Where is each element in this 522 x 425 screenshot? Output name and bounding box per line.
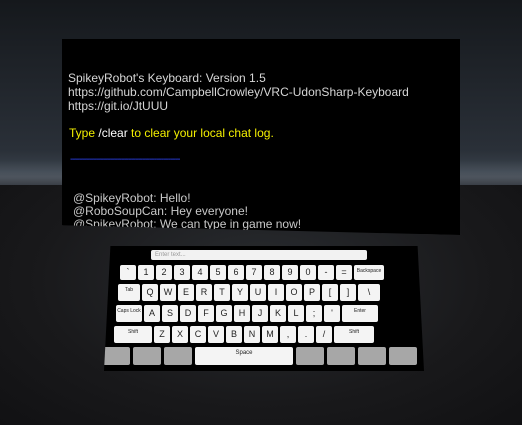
key-blank-1[interactable] [133, 347, 161, 365]
keyboard-text-input[interactable]: Enter text... [151, 250, 367, 260]
key-i[interactable]: I [268, 284, 284, 301]
key-shift[interactable]: Shift [334, 326, 374, 343]
key-minus[interactable]: - [318, 265, 334, 280]
key-o[interactable]: O [286, 284, 302, 301]
key-backtick[interactable]: ` [120, 265, 136, 280]
key-x[interactable]: X [172, 326, 188, 343]
key-r[interactable]: R [196, 284, 212, 301]
key-blank-6[interactable] [358, 347, 386, 365]
key-t[interactable]: T [214, 284, 230, 301]
key-1[interactable]: 1 [138, 265, 154, 280]
key-blank-7[interactable] [389, 347, 417, 365]
version-text: SpikeyRobot's Keyboard: Version 1.5 [68, 71, 266, 85]
key-f[interactable]: F [198, 305, 214, 322]
key-d[interactable]: D [180, 305, 196, 322]
key-equals[interactable]: = [336, 265, 352, 280]
key-b[interactable]: B [226, 326, 242, 343]
key-semicolon[interactable]: ; [306, 305, 322, 322]
key-space[interactable]: Space [195, 347, 293, 365]
key-tab[interactable]: Tab [118, 284, 140, 301]
key-k[interactable]: K [270, 305, 286, 322]
hint-suffix: to clear your local chat log. [127, 126, 274, 140]
key-s[interactable]: S [162, 305, 178, 322]
chat-panel: SpikeyRobot's Keyboard: Version 1.5 http… [62, 39, 460, 235]
key-quote[interactable]: ' [324, 305, 340, 322]
key-y[interactable]: Y [232, 284, 248, 301]
key-left-bracket[interactable]: [ [322, 284, 338, 301]
key-l[interactable]: L [288, 305, 304, 322]
key-m[interactable]: M [262, 326, 278, 343]
key-v[interactable]: V [208, 326, 224, 343]
key-shift[interactable]: Shift [114, 326, 152, 343]
key-4[interactable]: 4 [192, 265, 208, 280]
key-e[interactable]: E [178, 284, 194, 301]
key-z[interactable]: Z [154, 326, 170, 343]
key-3[interactable]: 3 [174, 265, 190, 280]
virtual-keyboard: Enter text... ` 1 2 3 4 5 6 7 8 9 0- = Backspace Tab Q… [104, 246, 424, 371]
key-8[interactable]: 8 [264, 265, 280, 280]
key-j[interactable]: J [252, 305, 268, 322]
chat-divider: ----------------------------------------… [70, 154, 181, 165]
key-c[interactable]: C [190, 326, 206, 343]
key-2[interactable]: 2 [156, 265, 172, 280]
key-9[interactable]: 9 [282, 265, 298, 280]
chat-header: SpikeyRobot's Keyboard: Version 1.5 http… [68, 71, 409, 113]
key-7[interactable]: 7 [246, 265, 262, 280]
key-0[interactable]: 0 [300, 265, 316, 280]
key-w[interactable]: W [160, 284, 176, 301]
key-caps-lock[interactable]: Caps Lock [116, 305, 142, 322]
key-n[interactable]: N [244, 326, 260, 343]
key-p[interactable]: P [304, 284, 320, 301]
key-period[interactable]: . [298, 326, 314, 343]
key-q[interactable]: Q [142, 284, 158, 301]
key-right-bracket[interactable]: ] [340, 284, 356, 301]
key-6[interactable]: 6 [228, 265, 244, 280]
hint-prefix: Type [69, 126, 99, 140]
key-comma[interactable]: , [280, 326, 296, 343]
key-backslash[interactable]: \ [358, 284, 380, 301]
github-link[interactable]: https://github.com/CampbellCrowley/VRC-U… [68, 85, 409, 99]
hint-command: /clear [98, 126, 128, 140]
key-a[interactable]: A [144, 305, 160, 322]
key-blank-4[interactable] [296, 347, 324, 365]
key-enter[interactable]: Enter [342, 305, 378, 322]
key-g[interactable]: G [216, 305, 232, 322]
clear-hint: Type /clear to clear your local chat log… [69, 126, 274, 140]
key-u[interactable]: U [250, 284, 266, 301]
key-blank-0[interactable] [104, 347, 130, 365]
vr-scene: SpikeyRobot's Keyboard: Version 1.5 http… [0, 0, 522, 425]
key-blank-5[interactable] [327, 347, 355, 365]
key-backspace[interactable]: Backspace [354, 265, 384, 280]
key-5[interactable]: 5 [210, 265, 226, 280]
key-blank-2[interactable] [164, 347, 192, 365]
chat-log: @SpikeyRobot: Hello! @RoboSoupCan: Hey e… [73, 192, 301, 231]
short-link[interactable]: https://git.io/JtUUU [68, 99, 409, 113]
key-h[interactable]: H [234, 305, 250, 322]
key-slash[interactable]: / [316, 326, 332, 343]
